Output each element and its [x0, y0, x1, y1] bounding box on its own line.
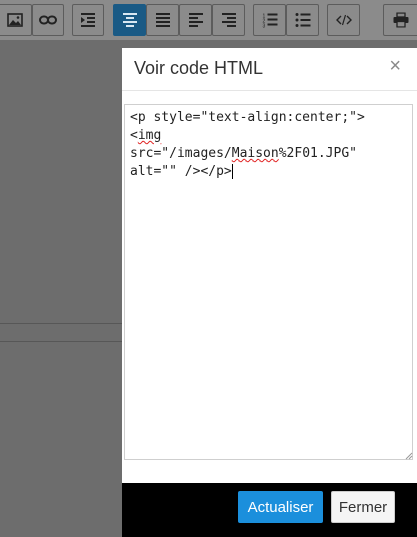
resize-handle-icon[interactable] — [405, 452, 413, 460]
align-center-button[interactable] — [113, 4, 146, 36]
editor-divider — [0, 323, 122, 324]
text-caret — [231, 164, 233, 179]
print-button[interactable] — [383, 4, 417, 36]
print-icon — [393, 12, 409, 28]
close-button[interactable]: Fermer — [331, 491, 395, 523]
indent-button[interactable] — [72, 4, 104, 36]
close-icon[interactable]: × — [389, 56, 401, 76]
update-button[interactable]: Actualiser — [238, 491, 323, 523]
svg-text:3: 3 — [262, 24, 265, 28]
view-source-button[interactable] — [327, 4, 360, 36]
dialog-footer: Actualiser Fermer — [122, 483, 417, 537]
align-left-button[interactable] — [179, 4, 212, 36]
insert-link-button[interactable] — [32, 4, 64, 36]
dialog-title: Voir code HTML — [134, 58, 264, 78]
spellcheck-word: img — [137, 128, 162, 143]
link-icon — [39, 15, 57, 25]
align-center-icon — [122, 13, 137, 27]
ordered-list-icon: 123 — [262, 13, 277, 28]
code-text: < — [130, 128, 138, 143]
image-icon — [7, 13, 23, 27]
code-text: %2F01.JPG" — [278, 146, 357, 161]
code-line: alt="" /></p> — [130, 164, 232, 179]
code-text: src="/images/ — [130, 146, 232, 161]
align-left-icon — [188, 13, 203, 27]
html-code-textarea[interactable]: <p style="text-align:center;"> <img src=… — [124, 104, 413, 460]
ordered-list-button[interactable]: 123 — [253, 4, 286, 36]
align-right-button[interactable] — [212, 4, 245, 36]
code-icon — [335, 14, 352, 26]
spellcheck-word: Maison — [231, 146, 279, 161]
html-source-dialog: Voir code HTML × <p style="text-align:ce… — [122, 48, 417, 537]
editor-divider — [0, 341, 122, 342]
indent-icon — [81, 13, 95, 27]
unordered-list-icon — [295, 13, 310, 27]
code-line: <p style="text-align:center;"> — [130, 110, 365, 125]
editor-toolbar: 123 — [0, 0, 417, 40]
align-justify-button[interactable] — [146, 4, 179, 36]
dialog-header: Voir code HTML × — [122, 48, 417, 91]
align-right-icon — [221, 13, 236, 27]
insert-image-button[interactable] — [0, 4, 32, 36]
unordered-list-button[interactable] — [286, 4, 319, 36]
align-justify-icon — [155, 13, 170, 27]
